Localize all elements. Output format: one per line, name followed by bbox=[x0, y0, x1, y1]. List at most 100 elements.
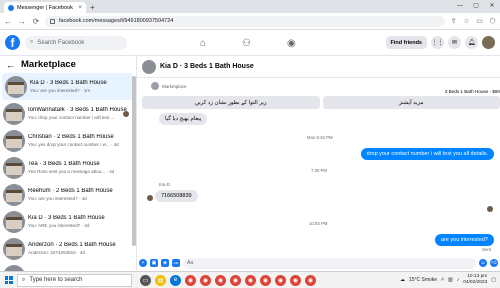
lock-icon bbox=[50, 18, 55, 24]
conversation-item[interactable]: Kia D · 3 Beds 1 Bath House You: are you … bbox=[2, 73, 133, 100]
chat-header: Kia D · 3 Beds 1 Bath House bbox=[137, 56, 500, 78]
notifications-bell-icon[interactable]: 🔔︎ bbox=[465, 36, 478, 49]
conversation-item[interactable]: Beds 2 Baths House 3 · محمد bbox=[0, 262, 136, 271]
conversation-item[interactable]: Anderzon · 2 Beds 1 Bath House Anderzon: … bbox=[0, 235, 136, 262]
edge-icon[interactable]: e bbox=[170, 274, 181, 286]
conversation-name: Reehum · 2 Beds 1 Bath House bbox=[28, 188, 113, 194]
more-options-button[interactable]: مزید آپشنز bbox=[322, 96, 500, 109]
close-window-icon[interactable]: ✕ bbox=[484, 0, 500, 13]
clock[interactable]: 10:13 pm 04/02/2023 bbox=[463, 274, 487, 286]
task-view-icon[interactable]: ▭ bbox=[140, 274, 151, 286]
like-icon[interactable]: 👍︎ bbox=[490, 259, 498, 267]
taskbar-search-placeholder: Type here to search bbox=[29, 277, 83, 283]
sidebar-back-icon[interactable]: ← bbox=[6, 60, 15, 70]
gif-icon[interactable]: GIF bbox=[172, 259, 180, 267]
sender-name: Kia D bbox=[159, 182, 171, 187]
taskbar-search-input[interactable]: ⌕ Type here to search bbox=[17, 273, 132, 287]
sticker-icon[interactable]: ◈ bbox=[161, 259, 169, 267]
tab-title: Messenger | Facebook bbox=[17, 4, 73, 11]
facebook-header: f ⌕ Search Facebook ⌂ ⚇ ◉ Find friends ⋮… bbox=[0, 30, 500, 56]
chrome-icon-8[interactable]: ◉ bbox=[290, 274, 301, 286]
url-input[interactable]: facebook.com/messages/t/9491800937504724 bbox=[45, 15, 445, 27]
chrome-icon-4[interactable]: ◉ bbox=[230, 274, 241, 286]
new-tab-button[interactable]: + bbox=[90, 2, 95, 13]
bookmark-star-icon[interactable]: ☆ bbox=[462, 17, 471, 25]
read-receipt-avatar bbox=[123, 111, 129, 117]
chrome-icon-5[interactable]: ◉ bbox=[245, 274, 256, 286]
emoji-icon[interactable]: ☺ bbox=[479, 259, 487, 267]
minimize-icon[interactable]: — bbox=[452, 0, 468, 13]
profile-icon[interactable]: ⬡ bbox=[488, 17, 497, 25]
conversation-name: Anderzon · 2 Beds 1 Bath House bbox=[28, 242, 116, 248]
received-message-urdu: پیغام بھیج دیا گیا bbox=[159, 113, 208, 125]
timestamp-2: 7:30 PM bbox=[311, 168, 328, 173]
facebook-search-input[interactable]: ⌕ Search Facebook bbox=[25, 35, 127, 50]
photo-icon[interactable]: ▣ bbox=[150, 259, 158, 267]
conversation-text: Kia D · 3 Beds 1 Bath House You: ARE you … bbox=[28, 215, 105, 228]
notification-icon[interactable]: ▢ bbox=[491, 277, 496, 283]
gaming-icon[interactable]: ◉ bbox=[287, 38, 296, 49]
listing-thumbnail bbox=[3, 183, 25, 206]
start-button[interactable] bbox=[0, 272, 17, 288]
groups-icon[interactable]: ⚇ bbox=[242, 38, 251, 49]
listing-thumbnail bbox=[3, 156, 25, 179]
chrome-icon-6[interactable]: ◉ bbox=[260, 274, 271, 286]
listing-title[interactable]: 3 Beds 1 Bath House - $80 bbox=[445, 89, 500, 94]
add-icon[interactable]: + bbox=[139, 259, 147, 267]
conversation-name: IonWannataIk · 3 Beds 1 Bath House bbox=[28, 107, 127, 113]
conversation-text: Reehum · 2 Beds 1 Bath House You: are you… bbox=[28, 188, 113, 201]
find-friends-button[interactable]: Find friends bbox=[385, 36, 427, 49]
windows-taskbar: ⌕ Type here to search ▭ ▤ e ◉ ◉ ◉ ◉ ◉ ◉ … bbox=[0, 271, 500, 288]
seen-avatar-1 bbox=[487, 206, 493, 212]
browser-tab[interactable]: Messenger | Facebook × bbox=[4, 2, 86, 13]
message-composer: + ▣ ◈ GIF Aa ☺ 👍︎ bbox=[137, 255, 500, 271]
tab-close-icon[interactable]: × bbox=[78, 5, 82, 11]
weather-icon[interactable]: ☁ bbox=[400, 277, 405, 283]
conversation-list: Kia D · 3 Beds 1 Bath House You: are you … bbox=[0, 73, 136, 271]
file-explorer-icon[interactable]: ▤ bbox=[155, 274, 166, 286]
forward-icon[interactable]: → bbox=[17, 17, 27, 26]
reload-icon[interactable]: ⟳ bbox=[31, 17, 41, 26]
conversation-preview: You: yes drop your contact number i w...… bbox=[28, 142, 119, 147]
chrome-icon-1[interactable]: ◉ bbox=[185, 274, 196, 286]
chrome-icon-2[interactable]: ◉ bbox=[200, 274, 211, 286]
chrome-icon-7[interactable]: ◉ bbox=[275, 274, 286, 286]
conversation-item[interactable]: Reehum · 2 Beds 1 Bath House You: are you… bbox=[0, 181, 136, 208]
weather-text[interactable]: 15°C Smoke bbox=[409, 277, 437, 283]
account-avatar[interactable] bbox=[482, 36, 495, 49]
maximize-icon[interactable]: ▢ bbox=[468, 0, 484, 13]
listing-thumbnail bbox=[5, 75, 27, 98]
menu-grid-icon[interactable]: ⋮⋮ bbox=[431, 36, 444, 49]
conversation-item[interactable]: Kia D · 3 Beds 1 Bath House You: ARE you … bbox=[0, 208, 136, 235]
conversation-preview: You: are you interested? · 1m bbox=[30, 88, 91, 93]
sidebar-title: Marketplace bbox=[21, 59, 76, 70]
home-icon[interactable]: ⌂ bbox=[200, 38, 206, 49]
back-icon[interactable]: ← bbox=[3, 17, 13, 26]
tray-arrow-icon[interactable]: ˄ bbox=[441, 277, 444, 283]
network-icon[interactable]: ▥ bbox=[448, 277, 453, 283]
share-icon[interactable]: ⇪ bbox=[449, 17, 458, 25]
conversation-text: Anderzon · 2 Beds 1 Bath House Anderzon: … bbox=[28, 242, 116, 255]
conversation-item[interactable]: IonWannataIk · 3 Beds 1 Bath House You: d… bbox=[0, 100, 136, 127]
sidebar-icon[interactable]: ▭ bbox=[475, 17, 484, 25]
conversation-preview: Yea Ross sent you a message abou... · 4d bbox=[28, 169, 115, 174]
chrome-icon-9[interactable]: ◉ bbox=[305, 274, 316, 286]
conversation-item[interactable]: Christian · 2 Beds 1 Bath House You: yes … bbox=[0, 127, 136, 154]
message-input[interactable]: Aa bbox=[183, 257, 476, 269]
messenger-icon[interactable]: ✉ bbox=[448, 36, 461, 49]
mark-as-pending-button[interactable]: زیر التوا کے بطور نشان زد کریں bbox=[142, 96, 320, 109]
sidebar-header: ← Marketplace bbox=[0, 56, 136, 73]
search-icon: ⌕ bbox=[30, 39, 34, 45]
marketplace-label: Marketplace bbox=[151, 82, 187, 90]
chrome-icon-3[interactable]: ◉ bbox=[215, 274, 226, 286]
volume-icon[interactable]: ♪ bbox=[457, 277, 460, 283]
search-icon: ⌕ bbox=[22, 276, 26, 283]
sidebar-scrollbar[interactable] bbox=[132, 76, 136, 246]
conversation-name: Christian · 2 Beds 1 Bath House bbox=[28, 134, 114, 140]
conversation-item[interactable]: Tea · 3 Beds 1 Bath House Yea Ross sent y… bbox=[0, 154, 136, 181]
conversation-text: Tea · 3 Beds 1 Bath House Yea Ross sent y… bbox=[28, 161, 114, 174]
conversation-preview: You: ARE you interested? · 4d bbox=[28, 223, 90, 228]
facebook-logo-icon[interactable]: f bbox=[5, 35, 20, 50]
chat-avatar[interactable] bbox=[142, 59, 156, 74]
chat-title[interactable]: Kia D · 3 Beds 1 Bath House bbox=[160, 63, 254, 70]
